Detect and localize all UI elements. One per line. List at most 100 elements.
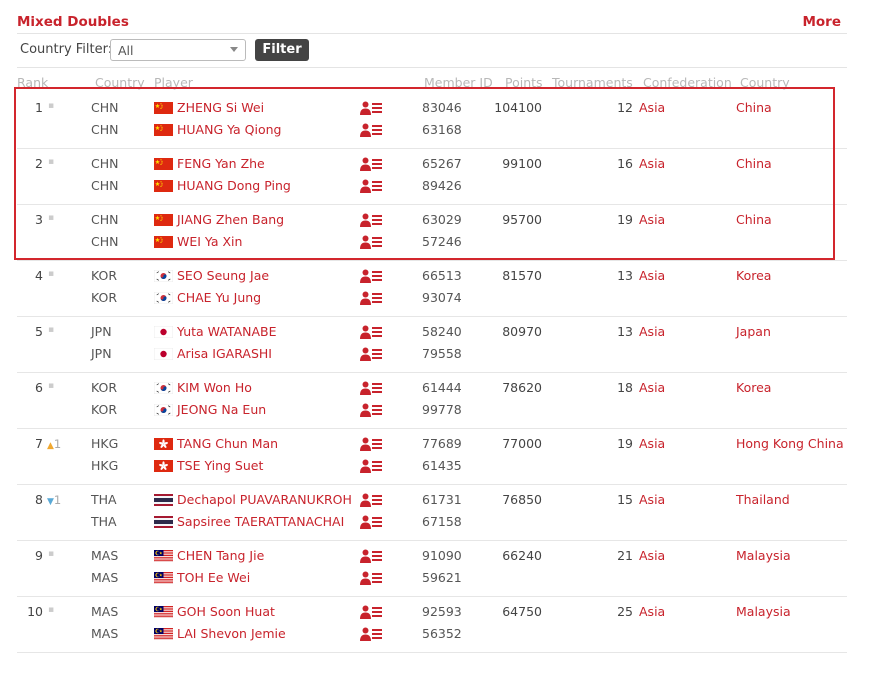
player-name-link[interactable]: FENG Yan Zhe — [177, 156, 265, 171]
player-profile-icon[interactable] — [360, 157, 382, 171]
country-link[interactable]: Korea — [736, 380, 771, 395]
confederation-link[interactable]: Asia — [639, 156, 665, 171]
country-link[interactable]: Korea — [736, 268, 771, 283]
country-filter-label: Country Filter: — [20, 42, 113, 57]
player-profile-icon[interactable] — [360, 381, 382, 395]
confederation-link[interactable]: Asia — [639, 324, 665, 339]
column-header-player: Player — [154, 75, 193, 90]
player-profile-icon[interactable] — [360, 235, 382, 249]
player-name-link[interactable]: Arisa IGARASHI — [177, 346, 272, 361]
rank-number: 8 — [35, 492, 43, 507]
player-name-link[interactable]: KIM Won Ho — [177, 380, 252, 395]
country-link[interactable]: Hong Kong China — [736, 436, 844, 451]
player-profile-icon[interactable] — [360, 549, 382, 563]
player-profile-icon[interactable] — [360, 179, 382, 193]
player-name-link[interactable]: TOH Ee Wei — [177, 570, 250, 585]
table-row: 7 ▲1 77000 19 Asia Hong Kong China HKG T… — [17, 429, 847, 485]
player-profile-icon[interactable] — [360, 291, 382, 305]
confederation-link[interactable]: Asia — [639, 492, 665, 507]
player-name-link[interactable]: Yuta WATANABE — [177, 324, 277, 339]
column-header-confederation: Confederation — [643, 75, 732, 90]
confederation-link[interactable]: Asia — [639, 380, 665, 395]
divider — [17, 67, 847, 68]
player-name-link[interactable]: CHEN Tang Jie — [177, 548, 264, 563]
table-row: 4 ▪ 81570 13 Asia Korea KOR SEO Seung Ja… — [17, 261, 847, 317]
confederation-link[interactable]: Asia — [639, 212, 665, 227]
member-id: 59621 — [422, 570, 462, 585]
player-profile-icon[interactable] — [360, 101, 382, 115]
confederation-link[interactable]: Asia — [639, 100, 665, 115]
player-profile-icon[interactable] — [360, 269, 382, 283]
kr-flag-icon — [153, 291, 174, 305]
country-link[interactable]: Thailand — [736, 492, 790, 507]
country-filter-bar: Country Filter: All Filter — [20, 39, 420, 63]
table-row: 6 ▪ 78620 18 Asia Korea KOR KIM Won Ho 6… — [17, 373, 847, 429]
confederation-link[interactable]: Asia — [639, 604, 665, 619]
player-name-link[interactable]: JEONG Na Eun — [177, 402, 266, 417]
player-name-link[interactable]: CHAE Yu Jung — [177, 290, 261, 305]
player-profile-icon[interactable] — [360, 123, 382, 137]
player-name-link[interactable]: JIANG Zhen Bang — [177, 212, 284, 227]
player-profile-icon[interactable] — [360, 605, 382, 619]
player-profile-icon[interactable] — [360, 325, 382, 339]
more-link[interactable]: More — [802, 14, 841, 30]
cn-flag-icon — [154, 158, 173, 170]
player-profile-icon[interactable] — [360, 493, 382, 507]
th-flag-icon — [154, 494, 173, 506]
member-id: 83046 — [422, 100, 462, 115]
player-name-link[interactable]: ZHENG Si Wei — [177, 100, 264, 115]
player-profile-icon[interactable] — [360, 459, 382, 473]
country-link[interactable]: China — [736, 156, 772, 171]
no-change-icon: ▪ — [48, 325, 55, 335]
rank-number: 2 — [35, 156, 43, 171]
country-link[interactable]: Malaysia — [736, 548, 791, 563]
member-id: 56352 — [422, 626, 462, 641]
cn-flag-icon — [154, 124, 173, 136]
player-name-link[interactable]: Sapsiree TAERATTANACHAI — [177, 514, 344, 529]
table-row: 8 ▼1 76850 15 Asia Thailand THA Dechapol… — [17, 485, 847, 541]
player-profile-icon[interactable] — [360, 213, 382, 227]
row-divider — [17, 652, 847, 653]
player-name-link[interactable]: LAI Shevon Jemie — [177, 626, 286, 641]
player-profile-icon[interactable] — [360, 347, 382, 361]
confederation-link[interactable]: Asia — [639, 548, 665, 563]
filter-button[interactable]: Filter — [255, 39, 309, 61]
country-link[interactable]: China — [736, 100, 772, 115]
country-code: CHN — [91, 234, 119, 249]
rank-number: 7 — [35, 436, 43, 451]
tournaments-value: 13 — [617, 268, 633, 283]
country-link[interactable]: Japan — [736, 324, 771, 339]
section-title: Mixed Doubles — [17, 14, 129, 30]
member-id: 77689 — [422, 436, 462, 451]
member-id: 79558 — [422, 346, 462, 361]
no-change-icon: ▪ — [48, 605, 55, 615]
my-flag-icon — [153, 549, 174, 563]
confederation-link[interactable]: Asia — [639, 268, 665, 283]
points-value: 66240 — [502, 548, 542, 563]
player-profile-icon[interactable] — [360, 571, 382, 585]
player-name-link[interactable]: HUANG Ya Qiong — [177, 122, 281, 137]
player-name-link[interactable]: SEO Seung Jae — [177, 268, 269, 283]
player-profile-icon[interactable] — [360, 403, 382, 417]
table-row: 1 ▪ 104100 12 Asia China CHN ZHENG Si We… — [17, 93, 847, 149]
table-row: 3 ▪ 95700 19 Asia China CHN JIANG Zhen B… — [17, 205, 847, 261]
points-value: 78620 — [502, 380, 542, 395]
player-profile-icon[interactable] — [360, 627, 382, 641]
player-name-link[interactable]: Dechapol PUAVARANUKROH — [177, 492, 352, 507]
country-link[interactable]: Malaysia — [736, 604, 791, 619]
member-id: 99778 — [422, 402, 462, 417]
member-id: 67158 — [422, 514, 462, 529]
player-name-link[interactable]: HUANG Dong Ping — [177, 178, 291, 193]
player-name-link[interactable]: WEI Ya Xin — [177, 234, 242, 249]
country-filter-selected: All — [118, 43, 134, 58]
player-name-link[interactable]: TSE Ying Suet — [177, 458, 263, 473]
country-link[interactable]: China — [736, 212, 772, 227]
player-name-link[interactable]: GOH Soon Huat — [177, 604, 275, 619]
player-name-link[interactable]: TANG Chun Man — [177, 436, 278, 451]
tournaments-value: 16 — [617, 156, 633, 171]
player-profile-icon[interactable] — [360, 437, 382, 451]
player-profile-icon[interactable] — [360, 515, 382, 529]
points-value: 99100 — [502, 156, 542, 171]
confederation-link[interactable]: Asia — [639, 436, 665, 451]
country-filter-select[interactable]: All — [110, 39, 246, 61]
